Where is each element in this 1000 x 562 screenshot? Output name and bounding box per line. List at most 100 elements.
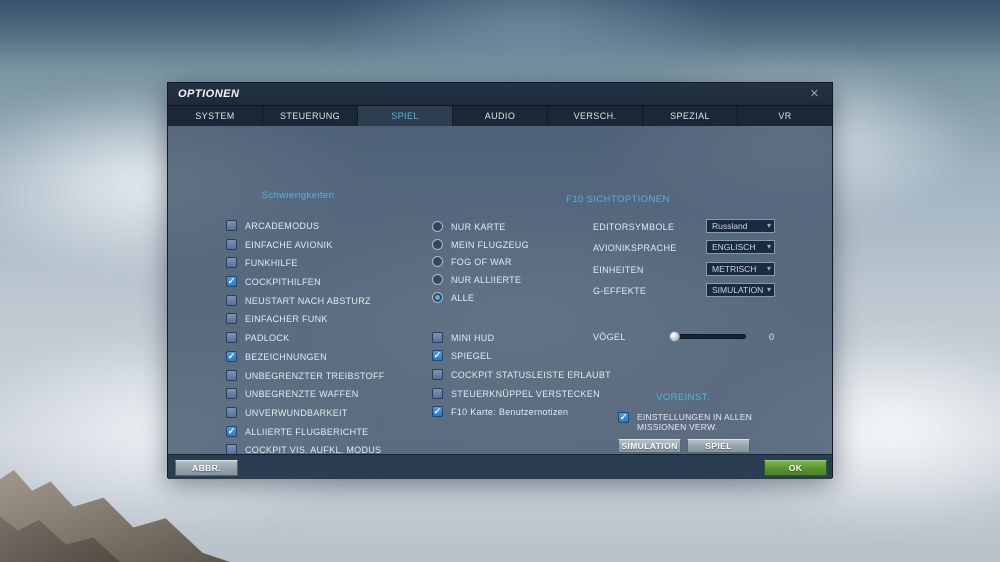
- checkbox[interactable]: [226, 370, 237, 381]
- dialog-footer: ABBR. OK: [168, 454, 832, 479]
- checkbox-row[interactable]: EINSTELLUNGEN IN ALLEN MISSIONEN VERW.: [618, 412, 752, 425]
- birds-slider[interactable]: [669, 331, 746, 342]
- birds-value: 0: [769, 332, 774, 342]
- birds-label: VÖGEL: [593, 330, 626, 343]
- radio-label: NUR ALLIIERTE: [451, 275, 521, 285]
- checkbox-row[interactable]: COCKPIT STATUSLEISTE ERLAUBT: [432, 368, 611, 381]
- checkbox-row[interactable]: ALLIIERTE FLUGBERICHTE: [226, 425, 368, 438]
- checkbox-label: COCKPITHILFEN: [245, 277, 321, 287]
- tab-audio[interactable]: AUDIO: [453, 106, 548, 126]
- avioniksprache-dropdown[interactable]: ENGLISCH ▾: [706, 240, 775, 254]
- radio-button[interactable]: [432, 221, 443, 232]
- checkbox-row[interactable]: MINI HUD: [432, 331, 494, 344]
- checkbox-label: BEZEICHNUNGEN: [245, 352, 327, 362]
- checkbox-label: COCKPIT VIS. AUFKL. MODUS: [245, 445, 381, 455]
- chevron-down-icon: ▾: [767, 286, 771, 294]
- checkbox-label: PADLOCK: [245, 333, 289, 343]
- checkbox-row[interactable]: UNVERWUNDBARKEIT: [226, 406, 348, 419]
- radio-label: FOG OF WAR: [451, 257, 512, 267]
- preset-spiel-button[interactable]: SPIEL: [687, 439, 750, 453]
- checkbox-row[interactable]: FUNKHILFE: [226, 256, 298, 269]
- close-icon[interactable]: ✕: [807, 87, 822, 102]
- checkbox-label: FUNKHILFE: [245, 258, 298, 268]
- tab-spezial[interactable]: SPEZIAL: [643, 106, 738, 126]
- radio-row[interactable]: NUR KARTE: [432, 220, 506, 233]
- radio-label: MEIN FLUGZEUG: [451, 240, 529, 250]
- checkbox-row[interactable]: BEZEICHNUNGEN: [226, 350, 327, 363]
- tab-steuerung[interactable]: STEUERUNG: [263, 106, 358, 126]
- checkbox[interactable]: [432, 332, 443, 343]
- dropdown-value: Russland: [712, 221, 747, 231]
- checkbox[interactable]: [432, 406, 443, 417]
- chevron-down-icon: ▾: [767, 222, 771, 230]
- checkbox[interactable]: [618, 412, 629, 423]
- checkbox[interactable]: [226, 407, 237, 418]
- dropdown-value: METRISCH: [712, 264, 756, 274]
- checkbox-row[interactable]: UNBEGRENZTER TREIBSTOFF: [226, 369, 385, 382]
- checkbox-row[interactable]: NEUSTART NACH ABSTURZ: [226, 294, 371, 307]
- checkbox-row[interactable]: PADLOCK: [226, 331, 289, 344]
- checkbox[interactable]: [226, 239, 237, 250]
- checkbox-row[interactable]: ARCADEMODUS: [226, 219, 319, 232]
- radio-button[interactable]: [432, 292, 443, 303]
- slider-handle[interactable]: [669, 331, 680, 342]
- checkbox-label: UNBEGRENZTE WAFFEN: [245, 389, 359, 399]
- checkbox-row[interactable]: SPIEGEL: [432, 349, 492, 362]
- radio-button[interactable]: [432, 239, 443, 250]
- checkbox-row[interactable]: EINFACHE AVIONIK: [226, 238, 333, 251]
- radio-button[interactable]: [432, 274, 443, 285]
- checkbox-label: SPIEGEL: [451, 351, 492, 361]
- checkbox-row[interactable]: STEUERKNÜPPEL VERSTECKEN: [432, 387, 600, 400]
- ok-button[interactable]: OK: [764, 460, 827, 476]
- checkbox-row[interactable]: UNBEGRENZTE WAFFEN: [226, 387, 359, 400]
- preset-label-line1: EINSTELLUNGEN IN ALLEN: [637, 412, 752, 422]
- checkbox[interactable]: [432, 388, 443, 399]
- checkbox[interactable]: [226, 332, 237, 343]
- checkbox[interactable]: [226, 295, 237, 306]
- einheiten-dropdown[interactable]: METRISCH ▾: [706, 262, 775, 276]
- f10-section-header: F10 SICHTOPTIONEN: [566, 194, 670, 205]
- radio-row[interactable]: ALLE: [432, 291, 474, 304]
- checkbox[interactable]: [226, 220, 237, 231]
- checkbox[interactable]: [432, 350, 443, 361]
- radio-row[interactable]: MEIN FLUGZEUG: [432, 238, 529, 251]
- checkbox[interactable]: [226, 276, 237, 287]
- checkbox[interactable]: [432, 369, 443, 380]
- dropdown-label: EINHEITEN: [593, 263, 644, 276]
- presets-section-header: VOREINST.: [638, 392, 728, 403]
- checkbox-row[interactable]: F10 Karte: Benutzernotizen: [432, 405, 568, 418]
- checkbox-label: ARCADEMODUS: [245, 221, 319, 231]
- radio-button[interactable]: [432, 256, 443, 267]
- checkbox[interactable]: [226, 388, 237, 399]
- options-dialog: OPTIONEN ✕ SYSTEM STEUERUNG SPIEL AUDIO …: [167, 82, 833, 478]
- desktop-background: OPTIONEN ✕ SYSTEM STEUERUNG SPIEL AUDIO …: [0, 0, 1000, 562]
- slider-track[interactable]: [669, 334, 746, 339]
- preset-simulation-button[interactable]: SIMULATION: [618, 439, 681, 453]
- dialog-title: OPTIONEN: [178, 88, 239, 100]
- checkbox[interactable]: [226, 351, 237, 362]
- tab-versch[interactable]: VERSCH.: [548, 106, 643, 126]
- checkbox-label: EINFACHER FUNK: [245, 314, 328, 324]
- checkbox-label: EINSTELLUNGEN IN ALLEN MISSIONEN VERW.: [637, 412, 752, 432]
- checkbox[interactable]: [226, 257, 237, 268]
- preset-label-line2: MISSIONEN VERW.: [637, 422, 717, 432]
- tab-vr[interactable]: VR: [738, 106, 832, 126]
- chevron-down-icon: ▾: [767, 265, 771, 273]
- tab-spiel[interactable]: SPIEL: [358, 106, 453, 126]
- dropdown-label: G-EFFEKTE: [593, 284, 646, 297]
- editorsymbole-dropdown[interactable]: Russland ▾: [706, 219, 775, 233]
- checkbox-label: MINI HUD: [451, 333, 494, 343]
- checkbox[interactable]: [226, 313, 237, 324]
- radio-row[interactable]: NUR ALLIIERTE: [432, 273, 521, 286]
- radio-row[interactable]: FOG OF WAR: [432, 255, 512, 268]
- options-content: Schwierigkeiten ARCADEMODUS EINFACHE AVI…: [168, 126, 832, 454]
- dropdown-label: EDITORSYMBOLE: [593, 220, 674, 233]
- cancel-button[interactable]: ABBR.: [175, 460, 238, 476]
- tab-system[interactable]: SYSTEM: [168, 106, 263, 126]
- checkbox-row[interactable]: COCKPITHILFEN: [226, 275, 321, 288]
- checkbox[interactable]: [226, 426, 237, 437]
- radio-label: ALLE: [451, 293, 474, 303]
- chevron-down-icon: ▾: [767, 243, 771, 251]
- checkbox-row[interactable]: EINFACHER FUNK: [226, 312, 328, 325]
- geffekte-dropdown[interactable]: SIMULATION ▾: [706, 283, 775, 297]
